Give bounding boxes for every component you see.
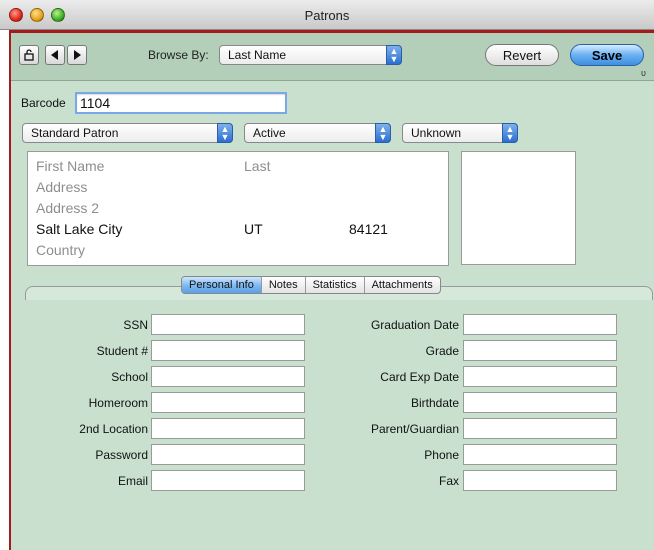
grade-field[interactable] [463,340,617,361]
city-field[interactable]: Salt Lake City [36,221,122,237]
ssn-field[interactable] [151,314,305,335]
status-value: Active [253,126,286,140]
grade-label: Grade [425,344,459,358]
patron-type-value: Standard Patron [31,126,119,140]
card-exp-date-label: Card Exp Date [380,370,459,384]
toolbar: Browse By: Last Name ▲ ▼ Revert Save [11,30,654,81]
lock-icon [24,49,34,61]
popup-arrows-icon: ▲ ▼ [502,123,518,143]
patron-photo[interactable] [461,151,576,265]
tab-statistics[interactable]: Statistics [306,277,365,293]
gender-select[interactable]: Unknown ▲ ▼ [402,123,518,143]
save-button[interactable]: Save [570,44,644,66]
patrons-window: Browse By: Last Name ▲ ▼ Revert Save υ Ba… [9,30,654,550]
address-panel[interactable]: First Name Last Address Address 2 Salt L… [27,151,449,266]
second-location-field[interactable] [151,418,305,439]
back-arrow-icon [51,50,58,60]
barcode-label: Barcode [21,96,66,110]
popup-arrows-icon: ▲ ▼ [217,123,233,143]
ssn-label: SSN [123,318,148,332]
country-field[interactable]: Country [36,242,85,258]
graduation-date-label: Graduation Date [370,318,459,332]
window-title: Patrons [304,8,350,23]
email-field[interactable] [151,470,305,491]
status-mark: υ [641,68,646,78]
parent-guardian-field[interactable] [463,418,617,439]
zip-field[interactable]: 84121 [349,221,388,237]
homeroom-label: Homeroom [88,396,148,410]
lock-button[interactable] [19,45,39,65]
title-bar: Patrons [0,0,654,30]
graduation-date-field[interactable] [463,314,617,335]
student-number-label: Student # [96,344,148,358]
homeroom-field[interactable] [151,392,305,413]
first-name-field[interactable]: First Name [36,158,104,174]
tab-attachments[interactable]: Attachments [365,277,440,293]
browse-by-select[interactable]: Last Name ▲ ▼ [219,45,402,65]
phone-label: Phone [424,448,459,462]
school-field[interactable] [151,366,305,387]
popup-arrows-icon: ▲ ▼ [386,45,402,65]
status-select[interactable]: Active ▲ ▼ [244,123,391,143]
fax-field[interactable] [463,470,617,491]
email-label: Email [117,474,148,488]
last-name-field[interactable]: Last [244,158,270,174]
tab-personal-info[interactable]: Personal Info [182,277,262,293]
previous-record-button[interactable] [45,45,65,65]
barcode-field[interactable]: 1104 [75,92,287,114]
card-exp-date-field[interactable] [463,366,617,387]
patron-type-select[interactable]: Standard Patron ▲ ▼ [22,123,233,143]
tab-bar: Personal Info Notes Statistics Attachmen… [181,276,441,294]
birthdate-field[interactable] [463,392,617,413]
tab-notes[interactable]: Notes [262,277,306,293]
state-field[interactable]: UT [244,221,263,237]
password-field[interactable] [151,444,305,465]
next-record-button[interactable] [67,45,87,65]
phone-field[interactable] [463,444,617,465]
popup-arrows-icon: ▲ ▼ [375,123,391,143]
gender-value: Unknown [411,126,462,140]
birthdate-label: Birthdate [410,396,459,410]
student-number-field[interactable] [151,340,305,361]
address-field[interactable]: Address [36,179,87,195]
revert-button[interactable]: Revert [485,44,559,66]
school-label: School [111,370,148,384]
parent-guardian-label: Parent/Guardian [370,422,459,436]
browse-by-value: Last Name [228,48,287,62]
password-label: Password [95,448,148,462]
browse-by-label: Browse By: [148,48,209,62]
second-location-label: 2nd Location [79,422,148,436]
forward-arrow-icon [74,50,81,60]
fax-label: Fax [438,474,459,488]
address2-field[interactable]: Address 2 [36,200,99,216]
